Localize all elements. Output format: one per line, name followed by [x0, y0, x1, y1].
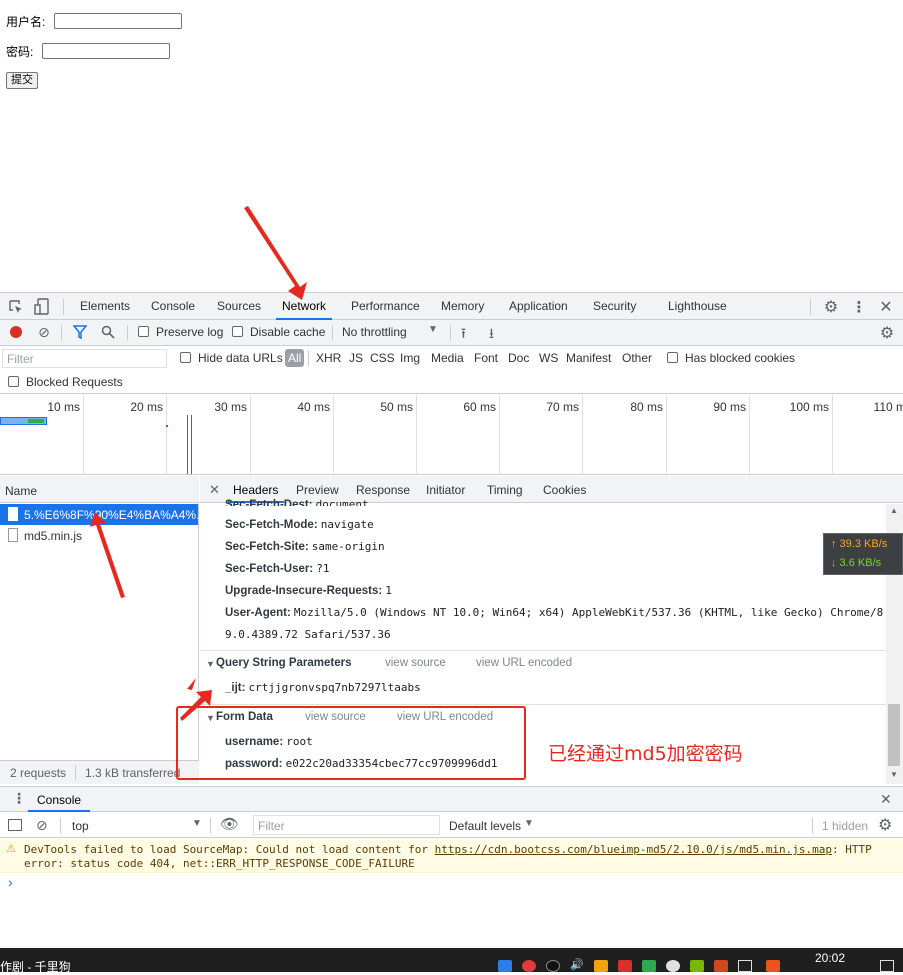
context-dropdown-icon[interactable]: ▼ — [192, 818, 202, 829]
arrow-to-form-data — [180, 690, 212, 721]
console-drawer-header: ⋮ Console ✕ — [0, 786, 903, 812]
drawer-menu-icon[interactable]: ⋮ — [12, 790, 26, 807]
close-drawer-icon[interactable]: ✕ — [880, 791, 892, 808]
tray-nvidia-icon[interactable] — [690, 960, 704, 972]
taskbar-clock[interactable]: 20:02 — [815, 951, 845, 965]
tray-app2-icon[interactable] — [714, 960, 728, 972]
tray-qq-icon[interactable] — [546, 960, 560, 972]
tray-security-icon[interactable] — [594, 960, 608, 972]
tray-sogou-icon[interactable] — [766, 960, 780, 972]
warning-text: DevTools failed to load SourceMap: Could… — [24, 843, 435, 856]
notification-center-icon[interactable] — [880, 960, 894, 972]
tray-shield-icon[interactable] — [498, 960, 512, 972]
arrow-to-network-tab — [244, 206, 307, 300]
console-clear-icon[interactable]: ⊘ — [36, 817, 48, 834]
tray-app-icon[interactable] — [618, 960, 632, 972]
sourcemap-link[interactable]: https://cdn.bootcss.com/blueimp-md5/2.10… — [435, 843, 832, 856]
console-filter-input[interactable]: Filter — [253, 815, 440, 835]
levels-dropdown-icon[interactable]: ▼ — [524, 818, 534, 829]
context-select[interactable]: top — [72, 819, 89, 833]
warning-icon: ⚠ — [6, 843, 16, 855]
tray-volume-icon[interactable]: 🔊 — [570, 958, 584, 971]
tray-netease-icon[interactable] — [522, 960, 536, 972]
log-levels-select[interactable]: Default levels — [449, 819, 521, 833]
console-sidebar-icon[interactable] — [8, 819, 22, 831]
hidden-count: 1 hidden — [822, 819, 869, 833]
console-warning-message: ⚠ DevTools failed to load SourceMap: Cou… — [0, 839, 903, 873]
live-expression-eye-icon[interactable]: 👁 — [220, 815, 239, 833]
arrow-to-request-row — [90, 512, 125, 598]
tray-iqiyi-icon[interactable] — [642, 960, 656, 972]
warning-text-line2: error: status code 404, net::ERR_HTTP_RE… — [24, 857, 415, 870]
console-toolbar: ⊘ top ▼ 👁 Filter Default levels ▼ 1 hidd… — [0, 812, 903, 838]
tray-wechat-icon[interactable] — [666, 960, 680, 972]
console-settings-gear-icon[interactable]: ⚙ — [878, 815, 892, 835]
taskbar-app-title[interactable]: 作剧 - 千里狗 — [0, 958, 71, 975]
console-prompt[interactable]: › — [8, 874, 13, 890]
console-drawer-tab[interactable]: Console — [37, 793, 81, 807]
taskbar: 作剧 - 千里狗 🔊 20:02 — [0, 948, 903, 975]
tray-display-icon[interactable] — [738, 960, 752, 972]
